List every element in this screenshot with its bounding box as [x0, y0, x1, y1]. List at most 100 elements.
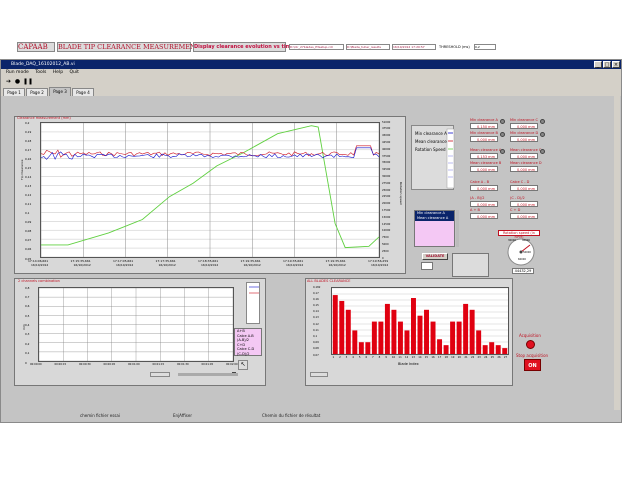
blade-bar-4 — [352, 330, 358, 354]
bar-y-tick: 0,182 — [313, 285, 321, 289]
field-label: Mean clearance B — [470, 161, 502, 165]
chart1-y2-tick: 42500 — [382, 140, 391, 144]
chart2-y-tick: 0,5 — [25, 313, 30, 318]
field-knob-icon[interactable] — [540, 132, 545, 137]
blade-bar-14 — [417, 315, 423, 354]
blade-bar-1 — [332, 295, 338, 354]
maximize-icon[interactable]: □ — [603, 61, 611, 68]
tab-page-4[interactable]: Page 4 — [72, 88, 94, 96]
gauge-tick-30000: 30000 — [508, 239, 516, 242]
chart2-scrollbar[interactable] — [178, 373, 238, 376]
channels-chart-title: 2 channels combination — [18, 279, 60, 283]
bar-graph-palette[interactable] — [310, 372, 328, 377]
field-label: (C - D)/2 — [510, 196, 525, 200]
tab-page-1[interactable]: Page 1 — [3, 88, 25, 96]
chart2-graph-palette[interactable] — [150, 372, 170, 377]
window-title: Blade_DAQ_16102012_AB.vi — [11, 62, 75, 67]
blade-bar-22 — [469, 309, 475, 354]
combination-list[interactable]: A+B Calce A-B (A-B)/2 C+D Calce C-D (C-D… — [234, 328, 262, 356]
bar-x-tick: 16 — [431, 356, 435, 359]
field-knob-icon[interactable] — [500, 119, 505, 124]
field-knob-icon[interactable] — [500, 132, 505, 137]
tab-page-2[interactable]: Page 2 — [26, 88, 48, 96]
menu-quit[interactable]: Quit — [70, 70, 79, 75]
measurement-value-field: 0,000 mm — [510, 166, 538, 172]
measurement-value-field: 0,000 mm — [510, 123, 538, 129]
blade-bar-16 — [430, 321, 436, 354]
measurement-value-field: 0,150 mm — [470, 123, 498, 129]
config-file-path[interactable]: D:\Clr_27blades_P3setup.cdl — [289, 44, 344, 50]
blade-bar-3 — [345, 309, 351, 354]
menu-tools[interactable]: Tools — [35, 70, 46, 75]
menu-help[interactable]: Help — [53, 70, 63, 75]
channel-list-scrollbar[interactable] — [456, 210, 459, 247]
channels-plot-area[interactable] — [38, 287, 234, 362]
bar-x-tick: 19 — [451, 356, 455, 359]
chart2-legend — [246, 282, 260, 324]
chart1-y-tick: 0,07 — [25, 238, 32, 243]
field-knob-icon[interactable] — [500, 149, 505, 154]
chart1-y2-tick: 37500 — [382, 154, 391, 158]
blade-bar-8 — [378, 321, 384, 354]
validate-button[interactable]: VALIDATE — [422, 253, 448, 260]
bar-x-tick: 26 — [497, 356, 501, 359]
blade-bar-15 — [424, 309, 429, 354]
stop-acquisition-button[interactable]: ON — [524, 359, 541, 371]
channel-select-list[interactable]: Min clearance A Mean clearance A — [414, 210, 455, 247]
title-bar: Blade_DAQ_16102012_AB.vi _ □ × — [1, 60, 621, 69]
blade-bar-23 — [476, 330, 482, 354]
chart1-y-tick: 0,06 — [25, 247, 32, 252]
window-scrollbar[interactable] — [614, 70, 620, 410]
chart1-y2-tick: 15000 — [382, 215, 391, 219]
field-label: Mean clearance A — [470, 148, 502, 152]
chart1-y2-tick: 7500 — [382, 236, 389, 240]
results-file-path[interactable]: D:\Blade_tuher_results — [346, 44, 390, 50]
field-label: Mean clearance D — [510, 161, 542, 165]
cursor-tool-icon[interactable]: ↖ — [238, 360, 248, 370]
blade-bar-25 — [489, 342, 495, 354]
channel-option-mean[interactable]: Mean clearance A — [415, 216, 454, 221]
page-title: BLADE TIP CLEARANCE MEASUREMENT — [57, 42, 201, 52]
bar-x-tick: 25 — [490, 356, 495, 359]
gauge-tick-40000: 40000 — [522, 239, 530, 242]
bar-y-tick: 0,16 — [313, 297, 319, 301]
measurement-value-field: 0,000 mm — [470, 201, 498, 207]
pause-icon[interactable]: ❚❚ — [23, 79, 33, 85]
toolbar: ➔ ● ❚❚ — [1, 77, 621, 87]
run-arrow-icon[interactable]: ➔ — [5, 79, 12, 85]
bar-x-tick: 21 — [464, 356, 468, 359]
bar-x-tick: 7 — [372, 356, 374, 359]
minimize-icon[interactable]: _ — [594, 61, 602, 68]
blade-bar-27 — [502, 348, 508, 354]
clearance-chart-title: Clearance measurement (mm) — [17, 116, 71, 120]
gauge-tick-60000: 60000 — [518, 258, 526, 261]
chart2-x-tick: 00:01:45 — [201, 363, 214, 366]
page-subtitle: Display clearance evolution vs time — [193, 42, 295, 52]
acquisition-led-icon — [526, 340, 535, 349]
chart1-y2-tick: 40000 — [382, 147, 391, 151]
field-knob-icon[interactable] — [540, 119, 545, 124]
tab-page-3[interactable]: Page 3 — [49, 87, 71, 96]
bar-x-tick: 24 — [484, 356, 488, 359]
bar-x-tick: 22 — [470, 356, 475, 359]
close-icon[interactable]: × — [612, 61, 620, 68]
measurement-value-field: 0,000 mm — [510, 213, 538, 219]
chart1-x-date: 16/10/2012 — [328, 263, 346, 267]
field-knob-icon[interactable] — [540, 149, 545, 154]
field-label: C + D — [510, 208, 521, 212]
threshold-input[interactable]: 0,2 — [474, 44, 496, 50]
stop-acquisition-label: Stop acquisition — [516, 353, 549, 358]
clearance-plot-area[interactable] — [40, 122, 380, 258]
bar-plot-area[interactable] — [331, 287, 509, 355]
bar-y-tick: 0,15 — [313, 304, 319, 308]
chart2-y-tick: 0,1 — [25, 351, 30, 356]
field-label: Min clearance C — [510, 118, 538, 122]
chart2-x-tick: 00:01:15 — [152, 363, 165, 366]
menu-run-mode[interactable]: Run mode — [6, 70, 29, 75]
combination-option[interactable]: (C-D)/2 — [235, 352, 261, 357]
blade-bar-6 — [365, 342, 371, 354]
abort-icon[interactable]: ● — [14, 79, 21, 85]
chart1-y-tick: 0,17 — [25, 147, 32, 152]
bar-x-tick: 3 — [345, 356, 348, 359]
chart2-x-axis: 00:00:00 00:00:15 00:00:30 00:00:45 00:01:00… — [30, 363, 238, 369]
